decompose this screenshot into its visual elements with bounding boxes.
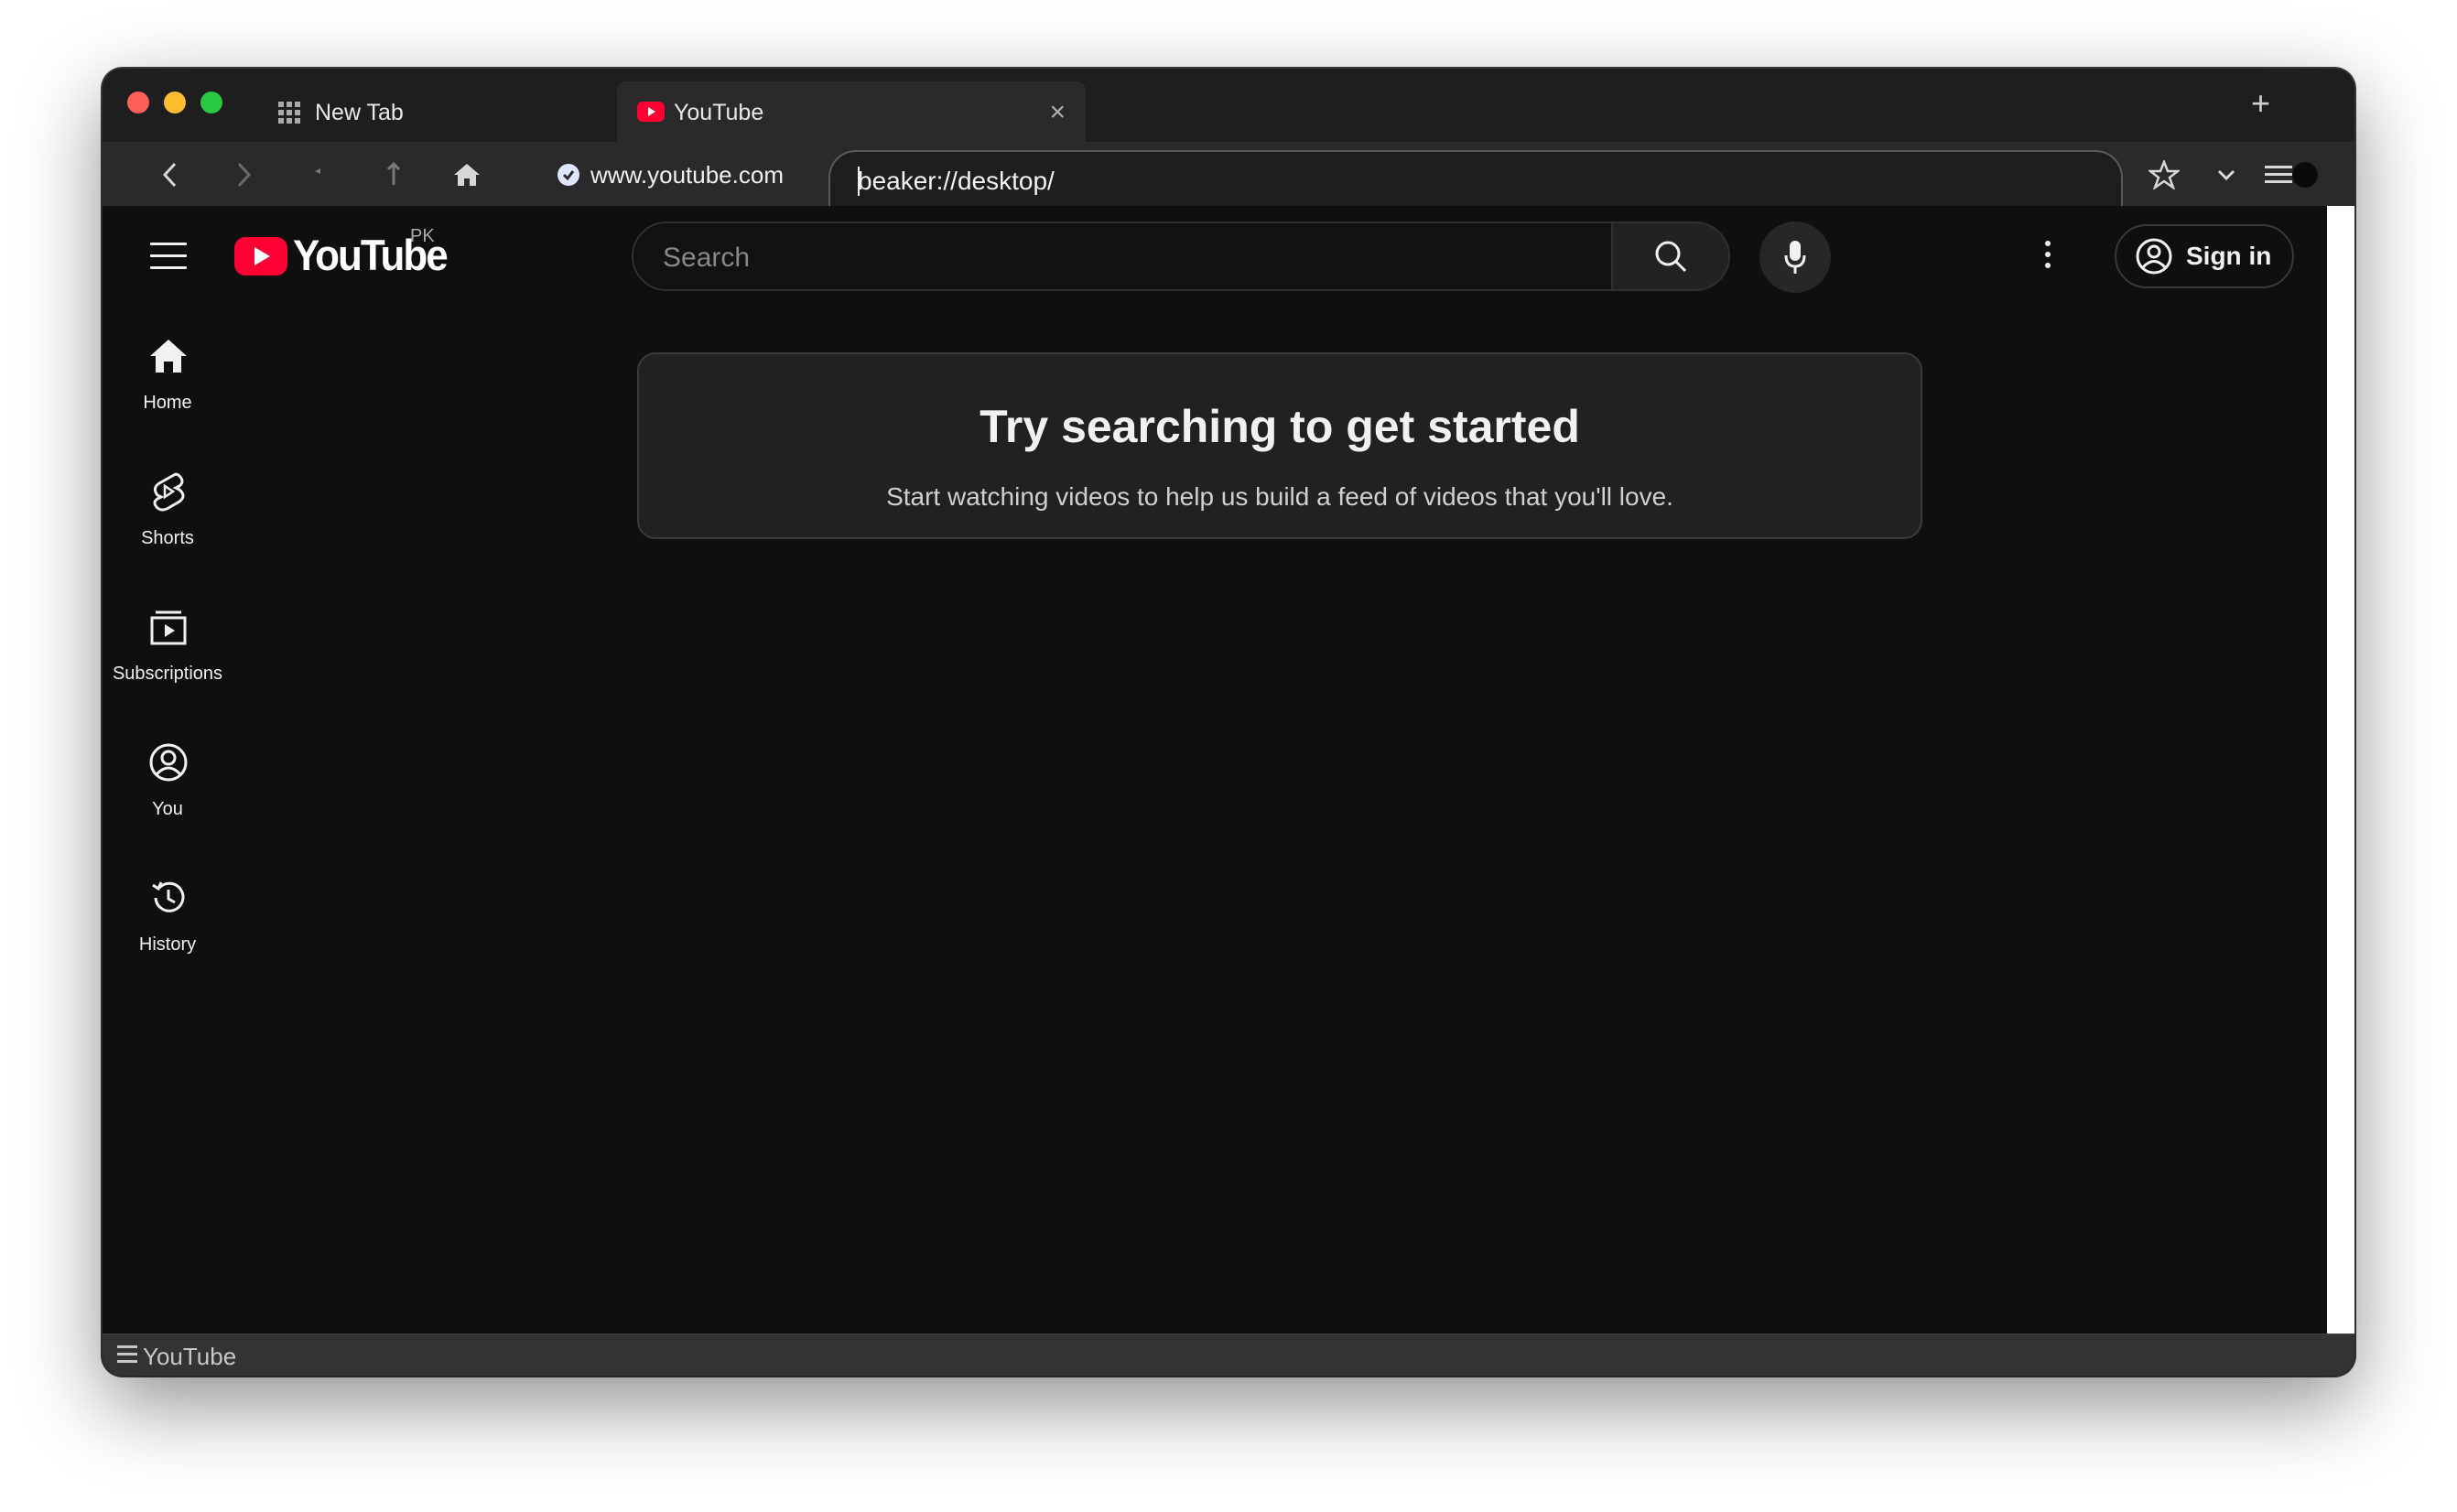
settings-more-icon[interactable] [2041,241,2054,274]
search-box [632,221,1613,291]
sign-in-label: Sign in [2186,242,2272,270]
sign-in-button[interactable]: Sign in [2115,224,2294,288]
bookmark-star-icon[interactable] [2148,158,2181,191]
chevron-down-icon[interactable] [2210,158,2243,191]
sidebar-item-label: Shorts [141,528,194,548]
country-code: PK [410,226,435,246]
new-tab-button[interactable]: + [2251,87,2270,120]
url-input[interactable] [856,165,2050,198]
status-menu-icon[interactable] [117,1345,137,1367]
scrollbar-track[interactable] [2327,206,2354,1334]
sidebar-item-home[interactable]: Home [103,336,233,446]
you-icon [148,742,189,783]
empty-state-title: Try searching to get started [980,401,1580,452]
tab-label: YouTube [674,100,764,125]
back-arrow-icon[interactable] [154,158,187,191]
status-bar: YouTube [103,1334,2354,1376]
voice-search-button[interactable] [1759,221,1831,293]
sidebar-item-label: Subscriptions [112,664,223,684]
sidebar-item-shorts[interactable]: Shorts [103,471,233,581]
browser-menu-icon[interactable] [2263,158,2320,191]
sidebar-item-you[interactable]: You [103,742,233,852]
microphone-icon [1784,241,1806,274]
youtube-page: YouTube PK Sign in Home Shorts [103,206,2327,1334]
reload-icon[interactable] [302,158,335,191]
sidebar-item-label: You [152,799,183,819]
close-tab-icon[interactable]: × [1049,97,1066,128]
site-domain: www.youtube.com [590,160,784,189]
verified-check-icon [557,164,579,186]
history-icon [148,878,189,918]
up-level-icon[interactable] [377,158,410,191]
sidebar-item-label: Home [143,393,192,413]
site-identity[interactable]: www.youtube.com [557,155,784,195]
tab-youtube[interactable]: YouTube × [617,81,1086,142]
shorts-icon [148,471,189,512]
browser-window: New Tab YouTube × + www.youtube.com beak… [103,69,2354,1376]
sidebar-item-label: History [138,934,197,955]
url-bar[interactable] [828,150,2123,209]
tab-label: New Tab [315,100,404,125]
search-button[interactable] [1613,221,1730,291]
minimize-window-button[interactable] [164,92,186,113]
home-icon [148,336,189,376]
sidebar-item-history[interactable]: History [103,878,233,988]
search-input[interactable] [661,240,1580,276]
empty-feed-card: Try searching to get started Start watch… [637,352,1922,539]
account-circle-icon [2136,238,2172,275]
subscriptions-icon [148,607,189,647]
guide-menu-icon[interactable] [150,243,187,270]
search-icon [1655,241,1687,273]
tab-bar: New Tab YouTube × + [103,69,2354,142]
grid-icon [278,102,300,124]
youtube-play-icon [234,237,287,275]
maximize-window-button[interactable] [200,92,222,113]
browser-toolbar: www.youtube.com [103,142,2354,209]
home-icon[interactable] [450,158,483,191]
sidebar-item-subscriptions[interactable]: Subscriptions [103,607,233,717]
status-text: YouTube [143,1343,237,1370]
youtube-favicon-icon [637,102,665,126]
close-window-button[interactable] [127,92,149,113]
forward-arrow-icon[interactable] [227,158,260,191]
empty-state-subtitle: Start watching videos to help us build a… [886,482,1673,511]
